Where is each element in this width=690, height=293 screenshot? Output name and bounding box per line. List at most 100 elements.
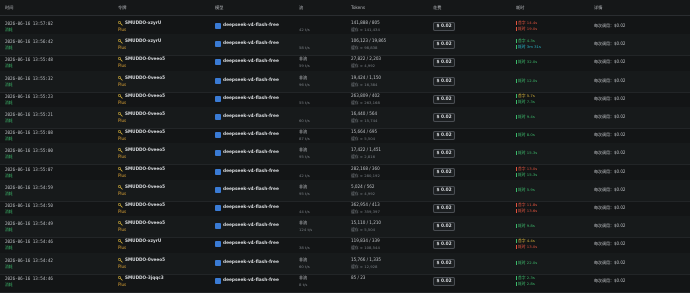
row-token-name[interactable]: SMUDDO-0veeo5	[125, 56, 165, 61]
row-token-name[interactable]: SMUDDO-0veeo5	[125, 75, 165, 80]
row-tokens: 141,888 / 805	[351, 20, 380, 25]
row-speed: 95 t/s	[299, 154, 310, 160]
row-cache: 缓存 ≈ 280,192	[351, 172, 380, 178]
key-icon	[118, 275, 123, 281]
row-model[interactable]: deepseek-v4-flash-free	[223, 132, 279, 137]
row-token-name[interactable]: SMUDDO-xzyrU	[125, 238, 161, 243]
row-speed: 55 t/s	[299, 99, 310, 105]
row-group: Plus	[118, 118, 127, 123]
row-tokens: 15,664 / 695	[351, 129, 378, 135]
row-token-name[interactable]: SMUDDO-0veeo5	[125, 184, 165, 189]
row-type: 消耗	[5, 99, 13, 105]
row-time: 2026-06-16 13:54:59	[5, 184, 53, 190]
row-speed: 8 t/s	[299, 281, 308, 287]
model-icon	[215, 150, 221, 157]
row-type: 消耗	[5, 63, 13, 69]
row-type: 消耗	[5, 45, 13, 51]
row-token-name[interactable]: SMUDDO-0veeo5	[125, 166, 165, 171]
row-cache: 缓存 ≈ 98,838	[351, 45, 378, 51]
row-total-time: 耗时 15.3s	[516, 150, 538, 156]
row-tokens: 27,822 / 2,203	[351, 56, 382, 62]
row-group: Plus	[118, 209, 127, 214]
row-model[interactable]: deepseek-v4-flash-free	[223, 260, 279, 265]
row-stream-tag: 非流	[299, 74, 307, 80]
row-model[interactable]: deepseek-v4-flash-free	[223, 223, 279, 228]
table-row[interactable]: 2026-06-16 13:54:46 消耗 SMUDDO-3jqqc3 Plu…	[0, 271, 690, 293]
row-detail: 每次调用：$0.02	[594, 259, 626, 265]
row-tokens: 15,766 / 1,335	[351, 256, 382, 262]
row-detail: 每次调用：$0.02	[594, 77, 626, 83]
row-time: 2026-06-16 13:55:32	[5, 75, 53, 81]
row-tokens: 5,024 / 562	[351, 183, 375, 189]
row-detail: 每次调用：$0.02	[594, 241, 626, 247]
row-type: 消耗	[5, 227, 13, 233]
row-model[interactable]: deepseek-v4-flash-free	[223, 187, 279, 192]
row-tokens: 15,110 / 1,210	[351, 220, 382, 226]
row-model[interactable]: deepseek-v4-flash-free	[223, 114, 279, 119]
row-tokens: 19,424 / 1,150	[351, 74, 382, 80]
model-icon	[215, 277, 221, 284]
row-tokens: 85 / 23	[351, 274, 366, 280]
row-stream-tag: 非流	[299, 183, 307, 189]
row-type: 消耗	[5, 118, 13, 123]
row-token-name[interactable]: SMUDDO-3jqqc3	[125, 275, 164, 280]
row-speed: 96 t/s	[299, 81, 310, 87]
row-type: 消耗	[5, 190, 13, 196]
col-model: 模型	[215, 5, 224, 10]
row-type: 消耗	[5, 281, 13, 287]
row-token-name[interactable]: SMUDDO-0veeo5	[125, 147, 165, 152]
row-token-name[interactable]: SMUDDO-0veeo5	[125, 257, 165, 262]
row-group: Plus	[118, 136, 127, 142]
key-icon	[118, 93, 123, 99]
row-model[interactable]: deepseek-v4-flash-free	[223, 96, 279, 101]
key-icon	[118, 39, 123, 44]
row-model[interactable]: deepseek-v4-flash-free	[223, 23, 279, 28]
row-time: 2026-06-16 13:57:02	[5, 21, 53, 26]
model-icon	[215, 59, 221, 66]
row-model[interactable]: deepseek-v4-flash-free	[223, 169, 279, 174]
row-tokens: 119,834 / 339	[351, 238, 380, 244]
row-type: 消耗	[5, 136, 13, 142]
row-group: Plus	[118, 190, 127, 196]
row-tokens: 16,440 / 564	[351, 111, 378, 116]
row-token-name[interactable]: SMUDDO-0veeo5	[125, 93, 165, 98]
row-cost-badge: $ 0.02	[433, 149, 456, 159]
row-cost-badge: $ 0.02	[433, 204, 456, 213]
table-header: 时间 令牌 模型 流 Tokens 花费 耗时 详情	[0, 0, 690, 16]
key-icon	[118, 184, 123, 190]
row-total-time: 耗时 2.8s	[516, 280, 535, 286]
col-token: 令牌	[118, 5, 127, 10]
row-cost-badge: $ 0.02	[433, 94, 456, 104]
row-model[interactable]: deepseek-v4-flash-free	[223, 78, 279, 83]
row-token-name[interactable]: SMUDDO-0veeo5	[125, 111, 165, 116]
row-model[interactable]: deepseek-v4-flash-free	[223, 241, 279, 246]
row-token-name[interactable]: SMUDDO-0veeo5	[125, 129, 165, 134]
row-group: Plus	[118, 45, 127, 51]
row-total-time: 耗时 7.3s	[516, 98, 535, 104]
row-cache: 缓存 ≈ 16,384	[351, 81, 378, 87]
row-token-name[interactable]: SMUDDO-0veeo5	[125, 220, 165, 225]
row-time: 2026-06-16 13:54:49	[5, 221, 53, 227]
row-stream-tag: 非流	[299, 256, 307, 262]
row-stream-tag: 非流	[299, 220, 307, 226]
row-total-time: 耗时 19.0s	[516, 26, 538, 31]
key-icon	[118, 75, 123, 81]
row-detail: 每次调用：$0.02	[594, 41, 626, 47]
row-model[interactable]: deepseek-v4-flash-free	[223, 205, 279, 210]
row-cache: 缓存 ≈ 2,816	[351, 154, 376, 160]
row-total-time: 耗时 3m 31s	[516, 44, 541, 50]
row-model[interactable]: deepseek-v4-flash-free	[223, 150, 279, 155]
row-model[interactable]: deepseek-v4-flash-free	[223, 278, 279, 283]
row-token-name[interactable]: SMUDDO-xzyrU	[125, 20, 161, 25]
row-cache: 缓存 ≈ 5,504	[351, 227, 376, 233]
key-icon	[118, 257, 123, 263]
row-time: 2026-06-16 13:54:46	[5, 239, 53, 245]
row-tokens: 282,168 / 360	[351, 165, 380, 171]
row-model[interactable]: deepseek-v4-flash-free	[223, 41, 279, 46]
key-icon	[118, 112, 123, 117]
row-token-name[interactable]: SMUDDO-0veeo5	[125, 202, 165, 207]
row-model[interactable]: deepseek-v4-flash-free	[223, 59, 279, 64]
row-group: Plus	[118, 281, 127, 287]
row-token-name[interactable]: SMUDDO-xzyrU	[125, 38, 161, 43]
row-detail: 每次调用：$0.02	[594, 168, 626, 174]
